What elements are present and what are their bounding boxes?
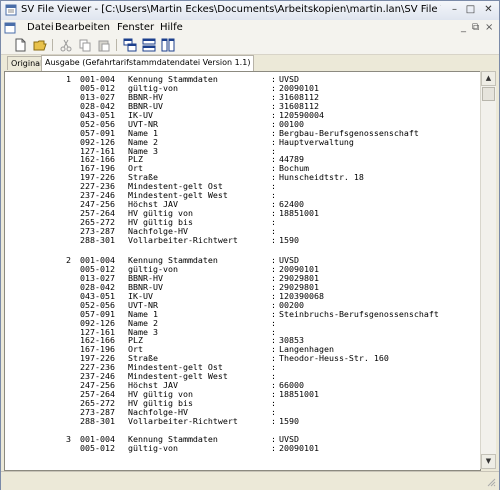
close-button[interactable]: ✕ bbox=[481, 3, 496, 17]
menu-fenster[interactable]: Fenster bbox=[117, 22, 154, 33]
scroll-down-button[interactable]: ▼ bbox=[481, 454, 496, 469]
field-value: 18851001 bbox=[279, 389, 319, 400]
field-label: Vollarbeiter-Richtwert bbox=[128, 415, 238, 426]
output-text-area[interactable]: 1 001-004 Kennung Stammdaten: UVSD 005-012 gü… bbox=[4, 71, 481, 471]
paste-icon[interactable] bbox=[97, 38, 111, 52]
field-value: Theodor-Heuss-Str. 160 bbox=[279, 353, 389, 364]
menu-bar: Datei Bearbeiten Fenster Hilfe _ ⧉ × bbox=[1, 20, 499, 36]
toolbar bbox=[1, 36, 499, 55]
scroll-up-button[interactable]: ▲ bbox=[481, 71, 496, 86]
tile-vertical-icon[interactable] bbox=[161, 38, 175, 52]
record-number: 1 bbox=[66, 74, 71, 84]
mdi-restore-button[interactable]: ⧉ bbox=[472, 22, 479, 33]
field-code: 005-012 bbox=[80, 442, 115, 453]
copy-icon[interactable] bbox=[78, 38, 92, 52]
maximize-button[interactable]: □ bbox=[463, 3, 478, 17]
field-value: Hauptverwaltung bbox=[279, 136, 354, 147]
cut-icon[interactable] bbox=[59, 38, 73, 52]
menu-datei[interactable]: Datei bbox=[27, 22, 54, 33]
field-value: 18851001 bbox=[279, 208, 319, 219]
document-icon[interactable] bbox=[4, 22, 16, 34]
title-bar[interactable]: SV File Viewer - [C:\Users\Martin Eckes\… bbox=[1, 1, 499, 21]
mdi-close-button[interactable]: × bbox=[485, 22, 493, 33]
new-file-icon[interactable] bbox=[13, 38, 27, 52]
status-bar bbox=[1, 471, 499, 490]
field-code: 288-301 bbox=[80, 234, 115, 245]
scroll-thumb[interactable] bbox=[482, 87, 495, 101]
record-number: 2 bbox=[66, 255, 71, 265]
field-colon: : bbox=[271, 234, 276, 245]
window-title: SV File Viewer - [C:\Users\Martin Eckes\… bbox=[21, 4, 441, 15]
field-label: Vollarbeiter-Richtwert bbox=[128, 234, 238, 245]
field-value: Hunscheidtstr. 18 bbox=[279, 172, 364, 183]
field-code: 288-301 bbox=[80, 415, 115, 426]
field-colon: : bbox=[271, 415, 276, 426]
record-number: 3 bbox=[66, 434, 71, 444]
tab-ausgabe[interactable]: Ausgabe (Gefahrtarifstammdatendatei Vers… bbox=[41, 55, 255, 71]
field-value: Steinbruchs-Berufsgenossenschaft bbox=[279, 308, 439, 319]
app-window: SV File Viewer - [C:\Users\Martin Eckes\… bbox=[0, 0, 500, 490]
tab-strip: Original Ausgabe (Gefahrtarifstammdatend… bbox=[1, 55, 499, 71]
field-colon: : bbox=[271, 442, 276, 453]
open-folder-icon[interactable] bbox=[33, 38, 47, 52]
tile-horizontal-icon[interactable] bbox=[142, 38, 156, 52]
field-value: 1590 bbox=[279, 234, 299, 245]
toolbar-separator bbox=[52, 39, 53, 51]
field-value: 20090101 bbox=[279, 442, 319, 453]
minimize-button[interactable]: – bbox=[447, 3, 462, 17]
field-label: gültig-von bbox=[128, 442, 178, 453]
app-icon bbox=[5, 4, 17, 16]
menu-bearbeiten[interactable]: Bearbeiten bbox=[55, 22, 110, 33]
menu-hilfe[interactable]: Hilfe bbox=[160, 22, 183, 33]
toolbar-separator bbox=[116, 39, 117, 51]
cascade-icon[interactable] bbox=[123, 38, 137, 52]
resize-grip-icon[interactable] bbox=[486, 477, 496, 487]
field-value: 1590 bbox=[279, 415, 299, 426]
mdi-minimize-button[interactable]: _ bbox=[461, 22, 466, 33]
vertical-scrollbar[interactable]: ▲ ▼ bbox=[480, 71, 496, 469]
